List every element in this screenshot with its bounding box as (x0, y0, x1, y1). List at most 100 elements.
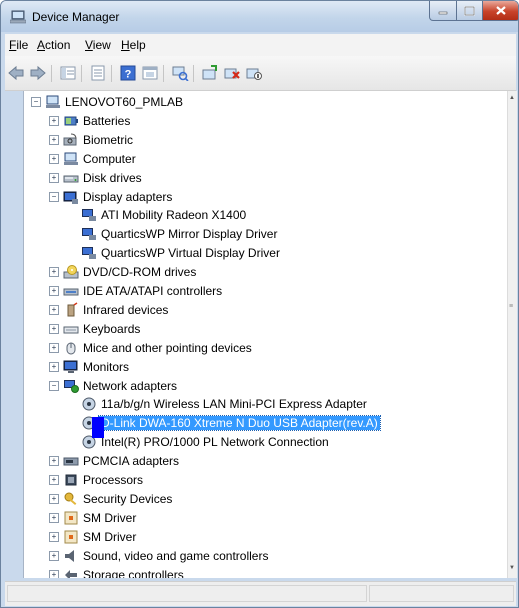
menu-help-accel: H (121, 38, 130, 52)
scroll-down-icon[interactable]: ▼ (509, 565, 515, 571)
expand-icon[interactable]: + (49, 304, 59, 315)
blue-marker (92, 417, 104, 438)
tree-category[interactable]: + Monitors (24, 358, 508, 376)
network-device-icon (82, 397, 96, 411)
tree-category[interactable]: + Mice and other pointing devices (24, 339, 508, 357)
tree-category[interactable]: + DVD/CD-ROM drives (24, 263, 508, 281)
collapse-icon[interactable]: − (31, 97, 41, 107)
expand-icon[interactable]: + (49, 531, 59, 542)
tree-category[interactable]: + Keyboards (24, 320, 508, 338)
tree-category[interactable]: + Infrared devices (24, 301, 508, 319)
expand-icon[interactable]: + (49, 286, 59, 296)
tree-category[interactable]: + IDE ATA/ATAPI controllers (24, 282, 508, 300)
disable-icon[interactable] (245, 65, 263, 81)
tree-category[interactable]: + Biometric (24, 131, 508, 149)
display-adapter-icon (63, 191, 78, 204)
tree-node-label: Security Devices (83, 491, 173, 506)
tree-category[interactable]: + Disk drives (24, 169, 508, 187)
toolbar-separator (163, 65, 164, 82)
tree-category[interactable]: + Security Devices (24, 490, 508, 508)
processor-icon (65, 474, 77, 486)
tree-category[interactable]: + SM Driver (24, 528, 508, 546)
toolbar-separator (51, 65, 52, 82)
storage-controller-icon (65, 569, 77, 578)
expand-icon[interactable]: + (49, 172, 59, 183)
menu-view-label: iew (92, 38, 111, 52)
expand-icon[interactable]: + (49, 153, 59, 164)
expand-icon[interactable]: + (49, 115, 59, 126)
menu-help[interactable]: Help (121, 38, 146, 52)
tree-device[interactable]: ATI Mobility Radeon X1400 (24, 206, 508, 224)
expand-icon[interactable]: + (49, 267, 59, 278)
tree-node-label: Network adapters (83, 378, 178, 393)
console-icon[interactable] (141, 65, 159, 81)
tree-device[interactable]: 11a/b/g/n Wireless LAN Mini-PCI Express … (24, 395, 508, 413)
minimize-icon (438, 11, 448, 14)
expand-icon[interactable]: + (49, 456, 59, 467)
tree-category[interactable]: + Sound, video and game controllers (24, 547, 508, 565)
sm-driver-icon (64, 511, 78, 525)
tree-device[interactable]: QuarticsWP Mirror Display Driver (24, 225, 508, 243)
tree-category[interactable]: + Computer (24, 150, 508, 168)
menu-view[interactable]: View (85, 38, 111, 52)
speaker-icon (65, 549, 74, 562)
tree-node-label: D-Link DWA-160 Xtreme N Duo USB Adapter(… (98, 415, 381, 432)
collapse-icon[interactable]: − (49, 191, 59, 202)
expand-icon[interactable]: + (49, 493, 59, 504)
window-title: Device Manager (32, 10, 120, 24)
device-icon (82, 209, 96, 222)
tree-node-label: IDE ATA/ATAPI controllers (83, 284, 223, 298)
expand-icon[interactable]: + (49, 342, 59, 353)
tree-category[interactable]: + SM Driver (24, 509, 508, 527)
collapse-icon[interactable]: − (49, 380, 59, 391)
tree-category[interactable]: + PCMCIA adapters (24, 452, 508, 470)
tree-category[interactable]: + Processors (24, 471, 508, 489)
tree-root[interactable]: − LENOVOT60_PMLAB (24, 93, 508, 111)
expand-icon[interactable]: + (49, 512, 59, 523)
expand-icon[interactable]: + (49, 361, 59, 372)
menu-help-label: elp (129, 38, 146, 52)
menu-bar: File Action View Help (5, 34, 516, 56)
expand-icon[interactable]: + (49, 475, 59, 485)
minimize-button[interactable] (429, 1, 457, 21)
battery-icon (64, 116, 78, 126)
properties-icon[interactable] (89, 65, 107, 81)
scroll-thumb[interactable]: ≡ (509, 303, 515, 315)
expand-icon[interactable]: + (49, 134, 59, 145)
tree-node-label: Computer (83, 151, 136, 166)
tree-category[interactable]: + Batteries (24, 112, 508, 130)
back-icon[interactable] (7, 65, 25, 81)
svg-text:?: ? (125, 69, 132, 81)
scroll-up-icon[interactable]: ▲ (509, 95, 515, 101)
menu-action-accel: A (37, 38, 46, 52)
maximize-button[interactable] (456, 1, 483, 21)
menu-action[interactable]: Action (37, 38, 70, 52)
tree-node-label: SM Driver (83, 529, 137, 544)
status-bar (5, 581, 516, 606)
tree-node-label: PCMCIA adapters (83, 454, 180, 469)
tree-node-label: Intel(R) PRO/1000 PL Network Connection (101, 435, 329, 450)
tree-node-label: DVD/CD-ROM drives (83, 265, 197, 280)
expand-icon[interactable]: + (49, 569, 59, 578)
vertical-scrollbar[interactable]: ▲ ≡ ▼ (507, 91, 517, 578)
tree-category[interactable]: − Network adapters (24, 377, 508, 395)
tree-category[interactable]: − Display adapters (24, 188, 508, 206)
expand-icon[interactable]: + (49, 323, 59, 334)
menu-file[interactable]: File (9, 38, 28, 52)
tree-category[interactable]: + Storage controllers (24, 566, 508, 578)
device-tree[interactable]: − LENOVOT60_PMLAB + Batteries + Biometric + Com… (23, 91, 508, 578)
update-driver-icon[interactable] (201, 65, 219, 81)
close-button[interactable] (482, 1, 518, 21)
help-icon[interactable]: ? (119, 65, 137, 81)
uninstall-icon[interactable] (223, 65, 241, 81)
show-hide-tree-icon[interactable] (59, 65, 77, 81)
expand-icon[interactable]: + (49, 550, 59, 561)
tree-node-label: QuarticsWP Mirror Display Driver (101, 227, 278, 242)
scan-hardware-icon[interactable] (171, 65, 189, 81)
forward-icon[interactable] (29, 65, 47, 81)
fingerprint-icon (63, 133, 77, 146)
title-bar[interactable]: Device Manager (1, 1, 518, 32)
tree-device[interactable]: QuarticsWP Virtual Display Driver (24, 244, 508, 262)
tree-node-label: 11a/b/g/n Wireless LAN Mini-PCI Express … (101, 397, 367, 412)
status-segment (369, 585, 514, 602)
